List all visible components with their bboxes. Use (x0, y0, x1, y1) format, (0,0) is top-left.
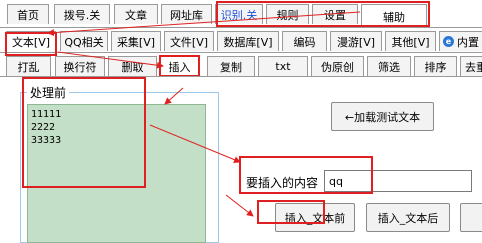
insert-content-label: 要插入的内容 (246, 176, 319, 190)
tab-qq[interactable]: QQ相关 (60, 31, 108, 51)
assist-tab-divider (0, 52, 482, 53)
insert-content-value: qq (329, 174, 343, 188)
tab-dial-label: 拨号.关 (63, 8, 101, 22)
tab-encode-label: 编码 (293, 35, 316, 49)
tab-text[interactable]: 文本[V] (6, 31, 56, 51)
tab-roam-label: 漫游[V] (336, 35, 376, 49)
tab-filter[interactable]: 筛选 (367, 56, 411, 76)
tab-txt[interactable]: txt (258, 56, 308, 76)
tab-insert[interactable]: 插入 (159, 55, 200, 77)
tab-other-label: 其他[V] (391, 35, 430, 49)
insert-after-text-button[interactable]: 插入_文本后 (366, 203, 450, 232)
tab-shuffle-label: 打乱 (17, 60, 40, 74)
tab-newline[interactable]: 换行符 (55, 56, 105, 76)
main-tab-bar: 首页 拨号.关 文章 网址库 识别.关 规则 设置 辅助 (0, 4, 482, 28)
tab-rules[interactable]: 规则 (266, 4, 309, 24)
tab-url-library[interactable]: 网址库 (161, 4, 212, 24)
extra-button[interactable] (460, 203, 482, 232)
tab-home[interactable]: 首页 (7, 4, 49, 24)
tab-sort[interactable]: 排序 (414, 56, 457, 76)
tab-article[interactable]: 文章 (114, 4, 158, 24)
tab-home-label: 首页 (17, 8, 39, 22)
tab-assist[interactable]: 辅助 (361, 4, 427, 28)
tab-newline-label: 换行符 (63, 60, 97, 74)
tab-roam[interactable]: 漫游[V] (330, 31, 382, 51)
tab-collect[interactable]: 采集[V] (111, 31, 161, 51)
tab-dedupe-label: 去重 (465, 60, 482, 74)
tab-collect-label: 采集[V] (116, 35, 156, 49)
tab-rules-label: 规则 (276, 8, 299, 22)
load-test-text-button[interactable]: ←加载测试文本 (331, 102, 434, 131)
tab-database-label: 数据库[V] (223, 35, 273, 49)
tab-filter-label: 筛选 (378, 60, 400, 74)
tab-encode[interactable]: 编码 (282, 31, 327, 51)
text-tab-divider (0, 76, 482, 77)
source-text-line: 11111 (31, 109, 62, 120)
source-text-group-title: 处理前 (27, 84, 70, 101)
tab-extract[interactable]: 删取 (108, 56, 157, 76)
tab-settings-label: 设置 (324, 8, 346, 22)
tab-file-label: 文件[V] (169, 35, 209, 49)
arrow-input-to-button (225, 194, 254, 217)
tab-copy-label: 复制 (220, 60, 242, 74)
text-tab-bar: 打乱 换行符 删取 插入 复制 txt 伪原创 筛选 排序 去重 (0, 55, 482, 77)
source-text-line: 33333 (31, 135, 62, 146)
tab-pseudo-original[interactable]: 伪原创 (311, 56, 364, 76)
tab-assist-label: 辅助 (383, 10, 405, 24)
tab-recognize[interactable]: 识别.关 (215, 4, 263, 24)
tab-settings[interactable]: 设置 (312, 4, 358, 24)
tab-txt-label: txt (275, 60, 291, 73)
tab-text-label: 文本[V] (11, 35, 51, 49)
tab-dedupe[interactable]: 去重 (460, 56, 482, 76)
insert-after-text-label: 插入_文本后 (377, 211, 439, 225)
tab-shuffle[interactable]: 打乱 (6, 56, 51, 76)
tab-database[interactable]: 数据库[V] (217, 31, 279, 51)
tab-copy[interactable]: 复制 (207, 56, 255, 76)
tab-file[interactable]: 文件[V] (164, 31, 214, 51)
source-text-line: 2222 (31, 122, 56, 133)
ie-icon: e (443, 36, 454, 47)
source-text-area[interactable]: 11111 2222 33333 (27, 104, 206, 243)
insert-content-input[interactable]: qq (324, 170, 472, 192)
tab-qq-label: QQ相关 (64, 35, 104, 49)
tab-extract-label: 删取 (121, 60, 144, 74)
tab-pseudo-original-label: 伪原创 (321, 60, 354, 74)
insert-before-text-label: 插入_文本前 (284, 211, 346, 225)
tab-url-library-label: 网址库 (170, 8, 203, 22)
tab-dial[interactable]: 拨号.关 (54, 4, 110, 24)
tab-insert-label: 插入 (168, 60, 191, 74)
tab-sort-label: 排序 (424, 60, 447, 74)
tab-other[interactable]: 其他[V] (385, 31, 436, 51)
tab-builtin-label: 内置 (457, 35, 479, 49)
tab-article-label: 文章 (125, 8, 147, 22)
load-test-text-label: ←加载测试文本 (344, 110, 421, 124)
tab-bar-divider (0, 27, 482, 28)
insert-before-text-button[interactable]: 插入_文本前 (275, 203, 355, 232)
tab-recognize-label: 识别.关 (220, 8, 258, 22)
tab-builtin[interactable]: e 内置 (439, 31, 482, 51)
